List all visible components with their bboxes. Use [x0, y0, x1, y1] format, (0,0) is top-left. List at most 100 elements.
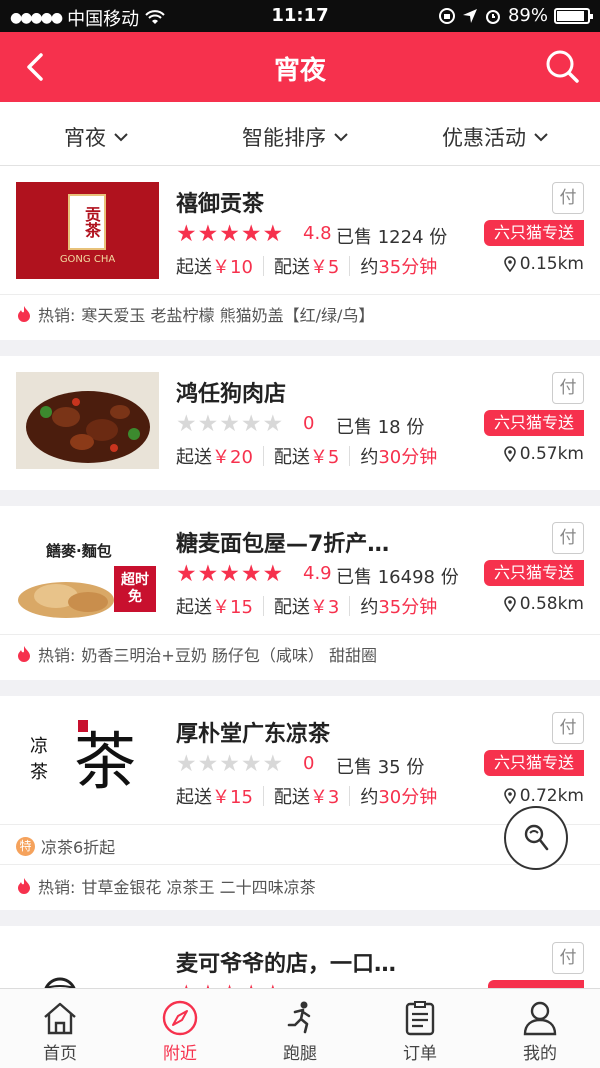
store-card[interactable]: 鸿任狗肉店 付 ★ ★ ★ ★ ★ 0 已售 18 份 六只猫专送 起送 ￥20 配送 ￥5… — [0, 356, 600, 490]
star-rating: ★★★★★ — [176, 222, 283, 246]
sold-count: 已售 35 份 — [336, 757, 425, 778]
store-card[interactable]: 贡茶 GONG CHA 禧御贡茶 付 ★ ★ ★ ★ ★ 4.8 已售 1224 份 六… — [0, 166, 600, 340]
filter-sort-label: 智能排序 — [242, 126, 326, 150]
distance-value: 0.57km — [519, 444, 584, 464]
distance: 0.15km — [503, 254, 584, 274]
chevron-down-icon — [534, 133, 548, 142]
pay-badge: 付 — [552, 372, 584, 404]
flame-icon — [18, 646, 30, 662]
star-rating: ★★★★★ — [176, 562, 283, 586]
search-icon[interactable] — [542, 46, 582, 86]
food-photo — [16, 372, 159, 469]
delivery-time-prefix: 约 — [360, 597, 379, 618]
filter-category[interactable]: 宵夜 — [64, 122, 128, 152]
store-name: 麦可爷爷的店，一口… — [176, 952, 397, 977]
store-card[interactable]: 麦可爷爷的店，一口… 付 ★★★★★ — [0, 926, 600, 988]
delivery-time-value: 35分钟 — [378, 597, 438, 618]
delivery-time-value: 35分钟 — [378, 257, 438, 278]
pay-badge: 付 — [552, 522, 584, 554]
star-icon: ★ — [176, 561, 197, 587]
store-name: 禧御贡茶 — [176, 192, 265, 217]
location-pin-icon — [503, 596, 516, 612]
rating-value: 4.9 — [303, 563, 332, 584]
store-thumbnail: 贡茶 GONG CHA — [16, 182, 159, 279]
star-rating: ★★★★★ — [176, 752, 283, 776]
star-icon: ★ — [176, 221, 197, 247]
delivery-tag: 六只猫专送 — [483, 220, 584, 246]
fee-row: 起送 ￥10 配送 ￥5 约 35分钟 — [176, 253, 437, 279]
delivery-fee-value: ￥3 — [309, 787, 340, 808]
hot-sales-label: 热销: — [38, 878, 76, 897]
store-thumbnail: 饍麥·麵包 超时免 — [16, 522, 159, 619]
delivery-fee-value: ￥5 — [309, 257, 340, 278]
battery-percent: 89% — [507, 5, 548, 26]
order-icon — [405, 1001, 435, 1036]
home-icon — [44, 1002, 76, 1035]
tab-errand[interactable]: 跑腿 — [240, 989, 360, 1068]
rating-value: 0 — [303, 413, 315, 434]
delivery-tag — [488, 980, 584, 988]
star-icon: ★ — [197, 561, 219, 587]
star-icon: ★ — [240, 561, 262, 587]
tab-nearby[interactable]: 附近 — [120, 989, 240, 1068]
star-icon: ★ — [262, 561, 284, 587]
distance-value: 0.15km — [519, 254, 584, 274]
store-card[interactable]: 饍麥·麵包 超时免 糖麦面包屋—7折产… 付 ★ ★ ★ ★ ★ 4.9 已售 1649… — [0, 506, 600, 680]
store-thumbnail — [16, 372, 159, 469]
flame-icon — [18, 306, 30, 322]
sold-count: 已售 16498 份 — [336, 567, 459, 588]
filter-promotions[interactable]: 优惠活动 — [442, 122, 548, 152]
delivery-time-prefix: 约 — [360, 447, 379, 468]
store-thumbnail — [16, 942, 159, 988]
tab-orders[interactable]: 订单 — [360, 989, 480, 1068]
floating-runner-button[interactable] — [504, 806, 568, 870]
logo-text: 贡茶 — [68, 194, 106, 250]
star-icon: ★ — [240, 751, 262, 777]
hot-sales-items: 奶香三明治+豆奶 肠仔包（咸味） 甜甜圈 — [81, 646, 377, 665]
delivery-fee-label: 配送 — [273, 787, 310, 808]
logo-subtext: 凉茶 — [30, 736, 48, 783]
store-thumbnail: 凉茶 茶 — [16, 712, 159, 809]
fee-row: 起送 ￥15 配送 ￥3 约 35分钟 — [176, 593, 437, 619]
chevron-down-icon — [334, 133, 348, 142]
distance-value: 0.72km — [519, 786, 584, 806]
tab-nearby-label: 附近 — [163, 1044, 197, 1064]
rating-value: 0 — [303, 753, 315, 774]
store-card[interactable]: 凉茶 茶 厚朴堂广东凉茶 付 ★ ★ ★ ★ ★ 0 已售 35 份 六只猫专送 起送 ￥… — [0, 696, 600, 910]
tab-home-label: 首页 — [43, 1044, 77, 1064]
tab-home[interactable]: 首页 — [0, 989, 120, 1068]
min-order-value: ￥10 — [212, 257, 253, 278]
tab-orders-label: 订单 — [403, 1044, 437, 1064]
battery-icon — [554, 7, 593, 24]
star-icon: ★ — [219, 561, 240, 587]
star-icon: ★ — [197, 411, 219, 437]
distance: 0.57km — [503, 444, 584, 464]
star-icon: ★ — [197, 751, 219, 777]
star-icon: ★ — [176, 411, 197, 437]
star-icon: ★ — [197, 221, 219, 247]
nav-header: 宵夜 — [0, 32, 600, 102]
hot-sales-items: 甘草金银花 凉茶王 二十四味凉茶 — [81, 878, 316, 897]
pay-badge: 付 — [552, 712, 584, 744]
star-icon: ★ — [262, 221, 284, 247]
flame-icon — [18, 878, 30, 894]
alarm-icon — [485, 9, 500, 24]
hot-sales-label: 热销: — [38, 646, 76, 665]
tab-profile[interactable]: 我的 — [480, 989, 600, 1068]
filter-bar: 宵夜 智能排序 优惠活动 — [0, 102, 600, 166]
delivery-time-value: 30分钟 — [378, 787, 438, 808]
promo-text: 凉茶6折起 — [41, 838, 116, 857]
filter-sort[interactable]: 智能排序 — [242, 122, 348, 152]
location-pin-icon — [503, 446, 516, 462]
store-name: 鸿任狗肉店 — [176, 382, 287, 407]
delivery-tag: 六只猫专送 — [483, 410, 584, 436]
filter-category-label: 宵夜 — [64, 126, 106, 150]
errand-icon — [524, 824, 549, 851]
logo-subtext: GONG CHA — [59, 254, 116, 265]
tab-errand-label: 跑腿 — [283, 1044, 317, 1064]
delivery-fee-value: ￥5 — [309, 447, 340, 468]
min-order-value: ￥15 — [212, 597, 253, 618]
location-pin-icon — [503, 788, 516, 804]
hot-sales: 热销: 奶香三明治+豆奶 肠仔包（咸味） 甜甜圈 — [16, 642, 377, 666]
star-icon: ★ — [219, 411, 240, 437]
